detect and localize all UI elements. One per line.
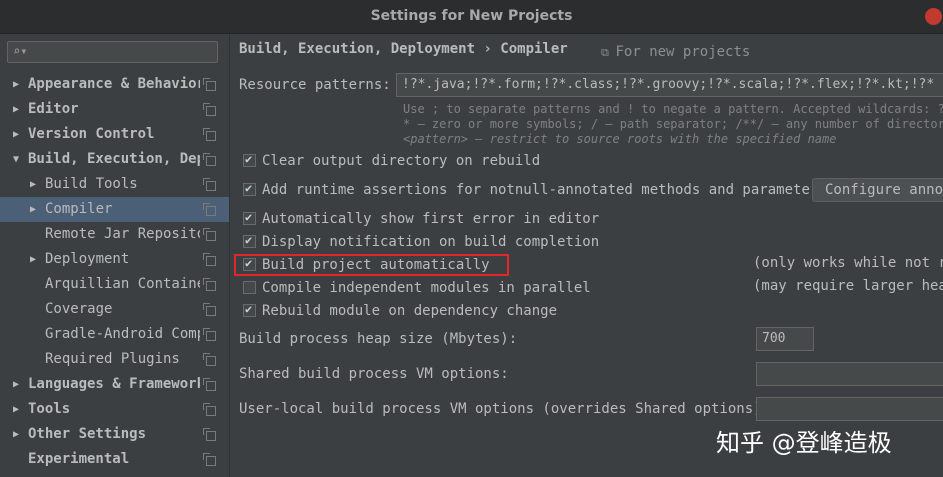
sidebar-item-appearance-behavior[interactable]: ▶ Appearance & Behavior	[0, 72, 229, 97]
checkbox-label[interactable]: Rebuild module on dependency change	[262, 301, 557, 321]
sidebar-item-build-execution-depl[interactable]: ▼ Build, Execution, Depl	[0, 147, 229, 172]
parallel-compile-note: (may require larger heap	[753, 278, 943, 294]
sidebar-item-gradle-android-compi[interactable]: Gradle-Android Compi	[0, 322, 229, 347]
settings-sidebar: ⌕▾ ▶ Appearance & Behavior ▶ Editor ▶ Version…	[0, 34, 230, 477]
expand-right-icon[interactable]: ▶	[13, 122, 19, 147]
sidebar-item-label: Required Plugins	[45, 351, 180, 367]
sidebar-item-arquillian-container[interactable]: Arquillian Container	[0, 272, 229, 297]
title-bar: Settings for New Projects	[0, 0, 943, 34]
for-new-projects-note: ⧉ For new projects	[601, 44, 751, 60]
sidebar-item-editor[interactable]: ▶ Editor	[0, 97, 229, 122]
breadcrumb: Build, Execution, Deployment › Compiler	[239, 41, 568, 57]
copy-icon	[203, 403, 216, 416]
sidebar-item-tools[interactable]: ▶ Tools	[0, 397, 229, 422]
copy-icon	[203, 378, 216, 391]
sidebar-item-label: Version Control	[28, 126, 155, 142]
sidebar-item-label: Gradle-Android Compi	[45, 326, 200, 342]
sidebar-item-label: Build, Execution, Depl	[28, 151, 200, 167]
close-button[interactable]	[925, 8, 942, 25]
checkbox-checked[interactable]	[243, 152, 256, 167]
checkbox-checked[interactable]	[243, 210, 256, 225]
checkbox-checked[interactable]	[243, 181, 256, 196]
expand-right-icon[interactable]: ▶	[13, 397, 19, 422]
expand-right-icon[interactable]: ▶	[30, 247, 36, 272]
build-automatically-note: (only works while not ru	[753, 255, 943, 271]
user-vm-options-label: User-local build process VM options (ove…	[239, 401, 771, 417]
resource-patterns-label: Resource patterns:	[239, 77, 391, 93]
sidebar-item-label: Coverage	[45, 301, 113, 317]
copy-icon	[203, 453, 216, 466]
copy-icon: ⧉	[601, 46, 616, 59]
sidebar-item-label: Editor	[28, 101, 79, 117]
sidebar-item-experimental[interactable]: Experimental	[0, 447, 229, 472]
configure-annotations-button[interactable]: Configure annot	[812, 178, 943, 202]
sidebar-item-version-control[interactable]: ▶ Version Control	[0, 122, 229, 147]
copy-icon	[203, 428, 216, 441]
sidebar-item-compiler[interactable]: ▶ Compiler	[0, 197, 229, 222]
copy-icon	[203, 78, 216, 91]
checkbox-label[interactable]: Add runtime assertions for notnull-annot…	[262, 180, 827, 200]
sidebar-item-label: Tools	[28, 401, 71, 417]
heap-size-input[interactable]: 700	[756, 327, 814, 351]
expand-right-icon[interactable]: ▶	[13, 97, 19, 122]
expand-right-icon[interactable]: ▶	[13, 422, 19, 447]
sidebar-item-remote-jar-repositor[interactable]: Remote Jar Repositor	[0, 222, 229, 247]
search-icon: ⌕▾	[13, 44, 28, 58]
sidebar-item-label: Experimental	[28, 451, 130, 467]
resource-patterns-hint-1: Use ; to separate patterns and ! to nega…	[403, 102, 943, 116]
sidebar-item-deployment[interactable]: ▶ Deployment	[0, 247, 229, 272]
checkbox-checked[interactable]	[243, 302, 256, 317]
sidebar-item-label: Arquillian Container	[45, 276, 200, 292]
sidebar-item-label: Build Tools	[45, 176, 138, 192]
sidebar-item-other-settings[interactable]: ▶ Other Settings	[0, 422, 229, 447]
sidebar-item-label: Other Settings	[28, 426, 147, 442]
user-vm-options-input[interactable]	[756, 397, 943, 421]
sidebar-item-label: Compiler	[45, 201, 113, 217]
sidebar-item-languages-frameworks[interactable]: ▶ Languages & Frameworks	[0, 372, 229, 397]
checkbox-unchecked[interactable]	[243, 281, 256, 294]
resource-patterns-hint-3: <pattern> — restrict to source roots wit…	[403, 132, 837, 146]
sidebar-item-label: Languages & Frameworks	[28, 376, 200, 392]
copy-icon	[203, 203, 216, 216]
sidebar-item-label: Remote Jar Repositor	[45, 226, 200, 242]
sidebar-item-required-plugins[interactable]: Required Plugins	[0, 347, 229, 372]
highlight-box	[234, 254, 509, 276]
expand-right-icon[interactable]: ▶	[30, 172, 36, 197]
copy-icon	[203, 103, 216, 116]
checkbox-label[interactable]: Display notification on build completion	[262, 232, 599, 252]
window-title: Settings for New Projects	[370, 8, 573, 24]
copy-icon	[203, 128, 216, 141]
copy-icon	[203, 153, 216, 166]
copy-icon	[203, 278, 216, 291]
checkbox-checked[interactable]	[243, 233, 256, 248]
sidebar-item-label: Deployment	[45, 251, 130, 267]
checkbox-label[interactable]: Compile independent modules in parallel	[262, 278, 591, 298]
resource-patterns-hint-2: * — zero or more symbols; / — path separ…	[403, 117, 943, 131]
search-input[interactable]: ⌕▾	[7, 41, 218, 63]
checkbox-label[interactable]: Clear output directory on rebuild	[262, 151, 540, 171]
copy-icon	[203, 328, 216, 341]
expand-right-icon[interactable]: ▶	[30, 197, 36, 222]
copy-icon	[203, 253, 216, 266]
heap-size-label: Build process heap size (Mbytes):	[239, 331, 518, 347]
sidebar-item-label: Appearance & Behavior	[28, 76, 200, 92]
expand-down-icon[interactable]: ▼	[13, 147, 19, 172]
expand-right-icon[interactable]: ▶	[13, 372, 19, 397]
copy-icon	[203, 353, 216, 366]
shared-vm-options-label: Shared build process VM options:	[239, 366, 509, 382]
expand-right-icon[interactable]: ▶	[13, 72, 19, 97]
compiler-settings-panel: Build, Execution, Deployment › Compiler …	[230, 34, 943, 477]
resource-patterns-input[interactable]: !?*.java;!?*.form;!?*.class;!?*.groovy;!…	[396, 73, 943, 97]
checkbox-label[interactable]: Automatically show first error in editor	[262, 209, 599, 229]
watermark: 知乎 @登峰造极	[716, 429, 892, 457]
copy-icon	[203, 303, 216, 316]
sidebar-item-coverage[interactable]: Coverage	[0, 297, 229, 322]
shared-vm-options-input[interactable]	[756, 362, 943, 386]
copy-icon	[203, 228, 216, 241]
copy-icon	[203, 178, 216, 191]
sidebar-item-build-tools[interactable]: ▶ Build Tools	[0, 172, 229, 197]
